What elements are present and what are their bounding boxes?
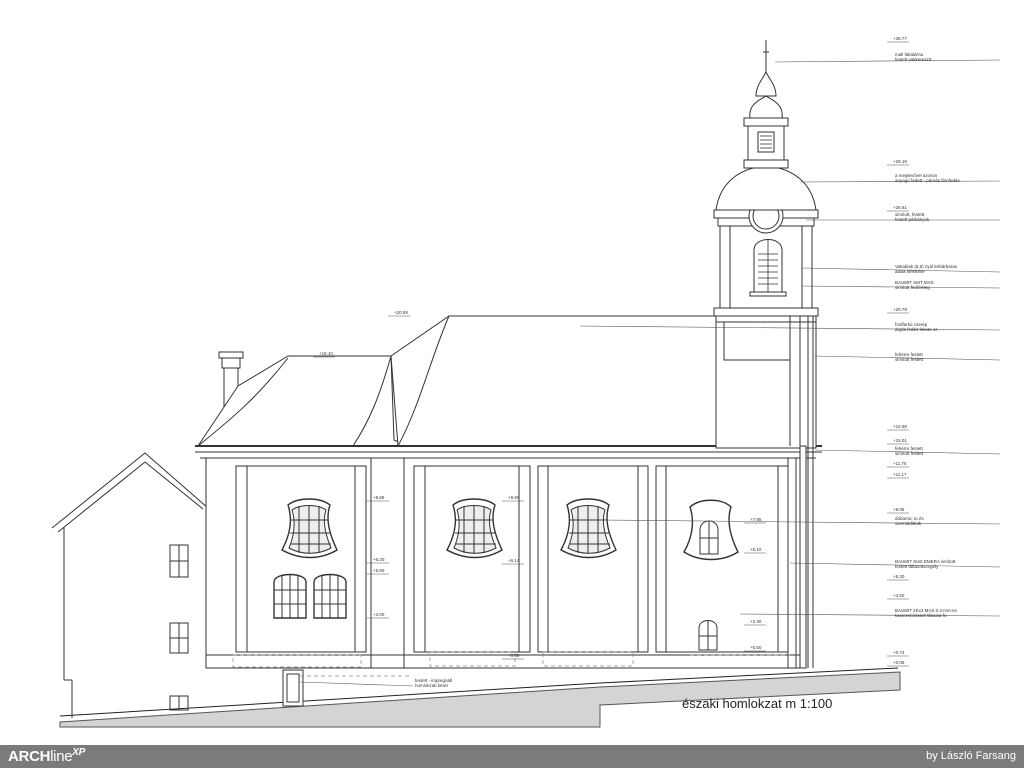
annotation-note: simított fedőréteg (895, 285, 930, 290)
annotation-note: ablak kifestése (895, 269, 925, 274)
window-2 (446, 498, 503, 559)
elevation-mark: +3.00 (373, 612, 385, 617)
elevation-mark: +4.00 (893, 593, 905, 598)
elevation-mark: +0.50 (750, 645, 762, 650)
elevation-mark: +11.75 (893, 461, 907, 466)
elevation-mark: +6.20 (373, 557, 385, 562)
elevation-mark: +15.01 (893, 438, 907, 443)
facade-elevation-drawing: +36.77 +29.19 +26.61 +20.79 +20.59 +18.10 +15.… (51, 36, 1001, 728)
annotation-note: homlokzati keret (415, 683, 449, 688)
annotation-note: festett vakkeresztt (895, 57, 932, 62)
elevation-mark: +9.69 (508, 495, 520, 500)
elevation-mark: +0.74 (893, 650, 905, 655)
elevation-mark: +9.05 (893, 507, 905, 512)
elevation-mark: +9.69 (373, 495, 385, 500)
archline-logo: ARCHlineXP (8, 747, 86, 765)
elevation-mark: +11.17 (893, 472, 907, 477)
elevation-mark: +15.99 (893, 424, 907, 429)
elevation-mark: +29.19 (893, 159, 907, 164)
elevation-mark: +6.10 (750, 547, 762, 552)
elevation-mark: +20.59 (394, 310, 408, 315)
annotation-note: festett lábazatszegély (895, 564, 939, 569)
elevation-mark: +7.95 (750, 517, 762, 522)
neighbour-house (51, 452, 209, 718)
author-credit: by László Farsang (926, 750, 1016, 762)
drawing-title: északi homlokzat m 1:100 (682, 696, 833, 711)
blind-window (683, 499, 739, 561)
elevation-mark: +26.61 (893, 205, 907, 210)
annotation-note: simított festett (895, 357, 924, 362)
elevation-mark: +0.60 (508, 653, 520, 658)
elevation-mark: +20.79 (893, 307, 907, 312)
elevation-mark: +36.77 (893, 36, 907, 41)
elevation-mark: +6.14 (508, 558, 520, 563)
elevation-mark: +0.08 (893, 660, 905, 665)
elevation-mark: +5.60 (373, 568, 385, 573)
window-3 (560, 498, 617, 559)
elevation-mark: +5.20 (893, 574, 905, 579)
door (282, 669, 304, 707)
annotation-note: anyagú fedett - párnás fémfedés (895, 178, 961, 183)
elevation-mark: +18.10 (319, 351, 333, 356)
footer-bar: ARCHlineXP by László Farsang (0, 745, 1024, 768)
annotation-note: festett párkányok (895, 217, 930, 222)
annotation-note: szemöldökök (895, 521, 922, 526)
annotation-note: simított festett (895, 451, 924, 456)
annotation-note: dupla fedés fekete sz. (895, 327, 939, 332)
annotation-note: kavicsszórtatolt lábazat fe. (895, 613, 948, 618)
window-1 (281, 498, 338, 559)
elevation-mark: +2.30 (750, 619, 762, 624)
